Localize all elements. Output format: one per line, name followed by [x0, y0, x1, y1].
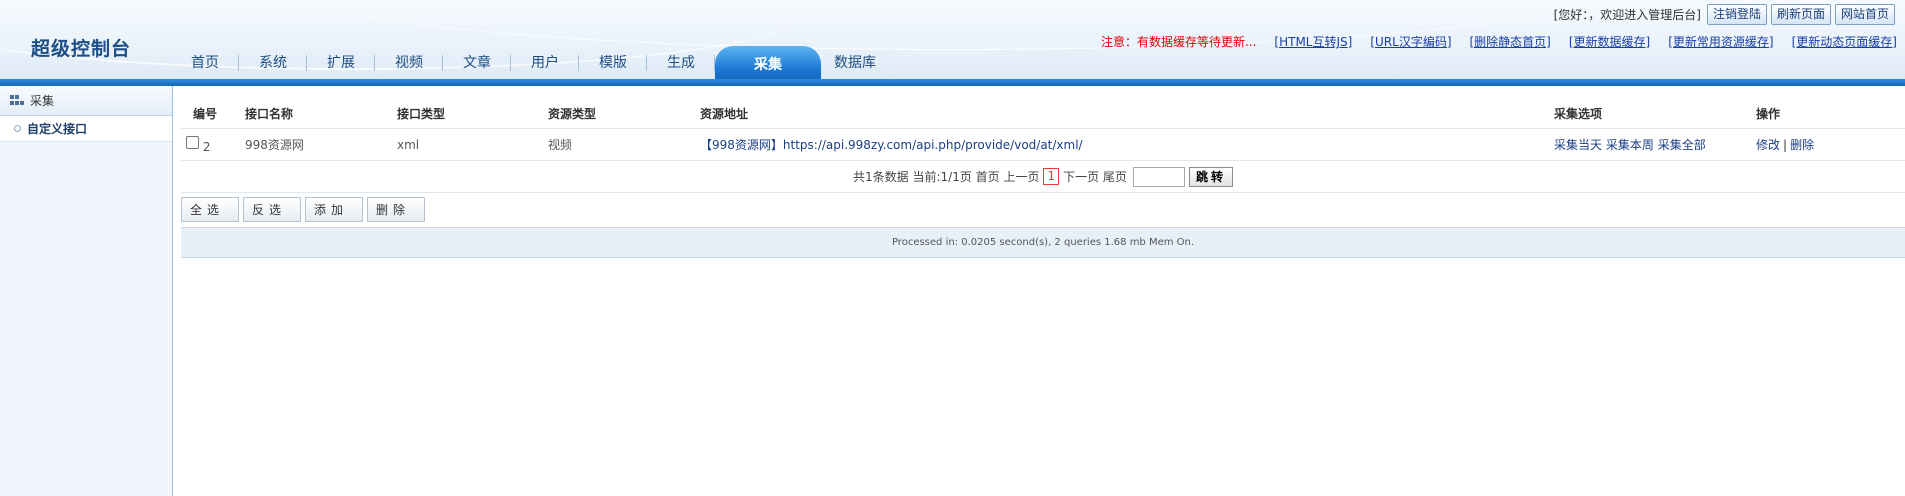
tab-database[interactable]: 数据库 — [821, 47, 889, 79]
tab-collect[interactable]: 采集 — [715, 46, 821, 80]
main-content: 编号 接口名称 接口类型 资源类型 资源地址 采集选项 操作 2 998资源网 … — [181, 86, 1905, 496]
tab-extension[interactable]: 扩展 — [307, 47, 375, 79]
nav-underline-band — [0, 79, 1905, 86]
interface-table: 编号 接口名称 接口类型 资源类型 资源地址 采集选项 操作 2 998资源网 … — [181, 98, 1905, 161]
row-id: 2 — [202, 139, 211, 154]
sidebar-title: 采集 — [30, 94, 55, 108]
sidebar-item-custom-interface[interactable]: 自定义接口 — [0, 116, 172, 142]
invert-selection-button[interactable]: 反选 — [243, 197, 301, 222]
goto-page-button[interactable]: 跳转 — [1188, 166, 1233, 187]
bulk-actions: 全选 反选 添加 删除 — [181, 197, 425, 222]
col-header-name: 接口名称 — [245, 106, 294, 121]
row-collect-options: 采集当天 采集本周 采集全部 — [1554, 136, 1706, 153]
table-row: 2 998资源网 xml 视频 【998资源网】https://api.998z… — [181, 129, 1905, 161]
pager-summary: 共1条数据 当前:1/1页 首页 上一页 — [853, 170, 1040, 184]
tab-video[interactable]: 视频 — [375, 47, 443, 79]
update-dynamic-cache-link[interactable]: [更新动态页面缓存] — [1792, 33, 1897, 50]
op-separator: | — [1783, 138, 1788, 152]
refresh-page-button[interactable]: 刷新页面 — [1770, 4, 1831, 25]
tab-template[interactable]: 模版 — [579, 47, 647, 79]
tree-grid-icon — [10, 94, 24, 107]
delete-button[interactable]: 删除 — [367, 197, 425, 222]
row-resource-type: 视频 — [548, 138, 573, 152]
row-name: 998资源网 — [245, 138, 304, 152]
update-data-cache-link[interactable]: [更新数据缓存] — [1569, 33, 1650, 50]
col-header-type: 接口类型 — [397, 106, 446, 121]
col-header-url: 资源地址 — [700, 106, 749, 121]
sidebar: 采集 自定义接口 — [0, 86, 173, 496]
collect-today-link[interactable]: 采集当天 — [1554, 138, 1602, 152]
update-resource-cache-link[interactable]: [更新常用资源缓存] — [1668, 33, 1773, 50]
tab-user[interactable]: 用户 — [511, 47, 579, 79]
sidebar-item-label: 自定义接口 — [27, 122, 88, 136]
cache-link-bar: 注意：有数据缓存等待更新... [HTML互转JS] [URL汉字编码] [删除… — [1101, 33, 1897, 50]
row-ops: 修改 | 删除 — [1756, 136, 1814, 153]
cache-notice: 注意：有数据缓存等待更新... — [1100, 35, 1257, 49]
add-button[interactable]: 添加 — [305, 197, 363, 222]
tab-generate[interactable]: 生成 — [647, 47, 715, 79]
row-url: 【998资源网】https://api.998zy.com/api.php/pr… — [700, 138, 1083, 152]
col-header-collect-options: 采集选项 — [1554, 106, 1603, 121]
delete-link[interactable]: 删除 — [1790, 138, 1814, 152]
edit-link[interactable]: 修改 — [1756, 138, 1780, 152]
pagination: 共1条数据 当前:1/1页 首页 上一页 1 下一页 尾页 跳转 — [181, 161, 1905, 193]
row-id-cell: 2 — [186, 135, 211, 154]
tab-home[interactable]: 首页 — [171, 47, 239, 79]
user-bar: [您好：，欢迎进入管理后台] 注销登陆 刷新页面 网站首页 — [1554, 4, 1895, 25]
row-checkbox[interactable] — [186, 135, 199, 149]
circle-bullet-icon — [14, 125, 21, 132]
row-type: xml — [397, 137, 420, 152]
col-header-ops: 操作 — [1756, 106, 1781, 121]
delete-static-home-link[interactable]: [删除静态首页] — [1470, 33, 1551, 50]
current-page[interactable]: 1 — [1043, 168, 1060, 185]
footer-stats: Processed in: 0.0205 second(s), 2 querie… — [181, 227, 1905, 258]
logout-button[interactable]: 注销登陆 — [1706, 4, 1767, 25]
tab-system[interactable]: 系统 — [239, 47, 307, 79]
tab-article[interactable]: 文章 — [443, 47, 511, 79]
pager-next-last: 下一页 尾页 — [1063, 170, 1127, 184]
main-nav: 首页 系统 扩展 视频 文章 用户 模版 生成 采集 数据库 — [171, 46, 889, 80]
site-home-button[interactable]: 网站首页 — [1834, 4, 1895, 25]
greeting-text: [您好：，欢迎进入管理后台] — [1553, 8, 1701, 22]
brand-title: 超级控制台 — [31, 38, 132, 60]
html-to-js-link[interactable]: [HTML互转JS] — [1274, 33, 1352, 50]
col-header-resource-type: 资源类型 — [548, 106, 597, 121]
sidebar-header: 采集 — [0, 86, 172, 116]
select-all-button[interactable]: 全选 — [181, 197, 239, 222]
header: 超级控制台 [您好：，欢迎进入管理后台] 注销登陆 刷新页面 网站首页 注意：有… — [0, 0, 1905, 86]
url-encode-link[interactable]: [URL汉字编码] — [1370, 33, 1451, 50]
col-header-id: 编号 — [193, 106, 218, 121]
collect-week-link[interactable]: 采集本周 — [1606, 138, 1654, 152]
collect-all-link[interactable]: 采集全部 — [1658, 138, 1706, 152]
goto-page-input[interactable] — [1132, 166, 1185, 187]
table-header: 编号 接口名称 接口类型 资源类型 资源地址 采集选项 操作 — [181, 98, 1905, 129]
